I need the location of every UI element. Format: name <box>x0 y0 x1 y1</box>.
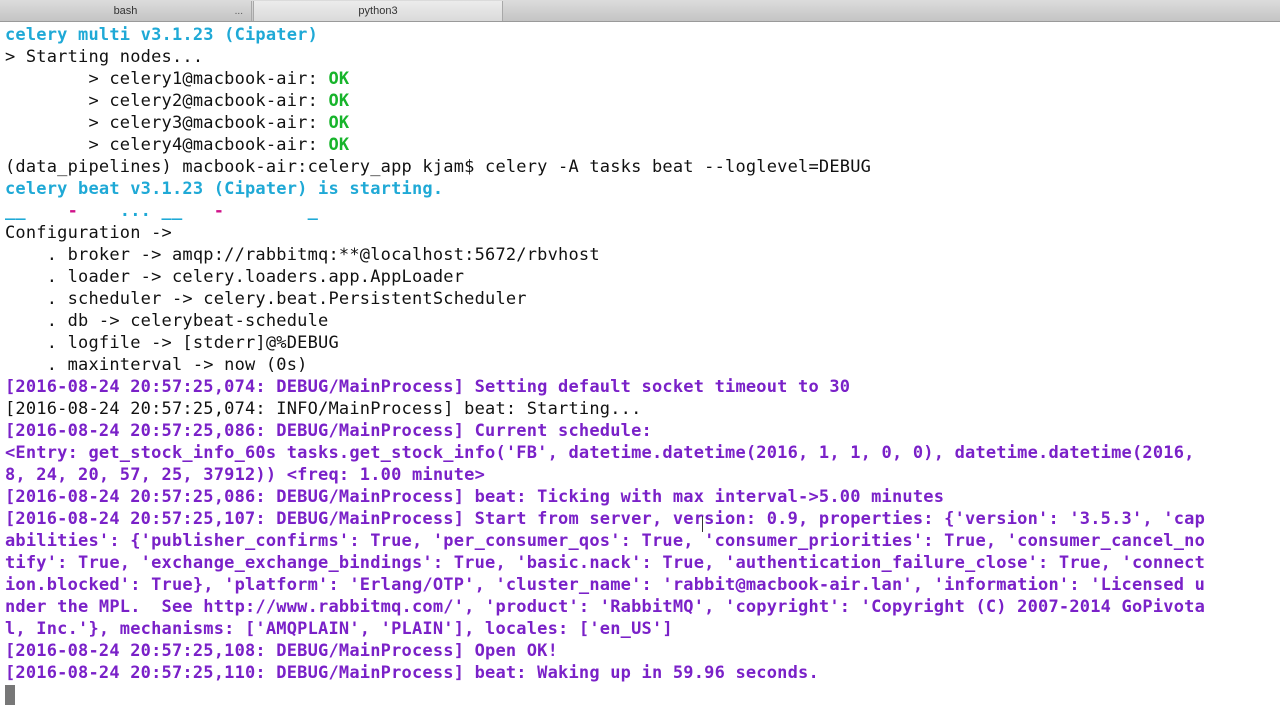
terminal-line: celery multi v3.1.23 (Cipater) <box>5 25 319 45</box>
config-line: . maxinterval -> now (0s) <box>5 355 308 375</box>
tab-python3-label: python3 <box>358 5 398 17</box>
log-line-debug: nder the MPL. See http://www.rabbitmq.co… <box>5 597 1206 617</box>
banner-segment: ... __ <box>78 201 214 221</box>
node-name: > celery2@macbook-air: <box>5 91 329 111</box>
terminal-line: > Starting nodes... <box>5 47 204 67</box>
banner-segment: _ <box>224 201 319 221</box>
tab-bash[interactable]: bash ... <box>0 1 252 21</box>
log-line-debug: [2016-08-24 20:57:25,108: DEBUG/MainProc… <box>5 641 559 661</box>
terminal-line: > celery4@macbook-air: OK <box>5 134 1275 156</box>
config-line: . broker -> amqp://rabbitmq:**@localhost… <box>5 245 600 265</box>
tab-python3[interactable]: python3 <box>253 1 503 21</box>
terminal-output[interactable]: celery multi v3.1.23 (Cipater) > Startin… <box>5 24 1275 718</box>
config-line: . loader -> celery.loaders.app.AppLoader <box>5 267 465 287</box>
status-ok: OK <box>328 91 350 111</box>
terminal-line: > celery3@macbook-air: OK <box>5 112 1275 134</box>
terminal-line: Configuration -> <box>5 223 172 243</box>
banner-segment: - <box>67 201 79 221</box>
ibeam-cursor-icon <box>702 516 710 532</box>
terminal-line: > celery1@macbook-air: OK <box>5 68 1275 90</box>
log-line-info: [2016-08-24 20:57:25,074: INFO/MainProce… <box>5 399 642 419</box>
log-line-debug: 8, 24, 20, 57, 25, 37912)) <freq: 1.00 m… <box>5 465 486 485</box>
log-line-debug: tify': True, 'exchange_exchange_bindings… <box>5 553 1206 573</box>
command-line: (data_pipelines) macbook-air:celery_app … <box>5 157 872 177</box>
log-line-debug: [2016-08-24 20:57:25,086: DEBUG/MainProc… <box>5 421 652 441</box>
config-line: . logfile -> [stderr]@%DEBUG <box>5 333 339 353</box>
log-line-debug: <Entry: get_stock_info_60s tasks.get_sto… <box>5 443 1195 463</box>
tab-bash-label: bash <box>113 5 138 17</box>
text-cursor <box>5 685 15 705</box>
tab-bar: bash ... python3 <box>0 0 1280 22</box>
node-name: > celery1@macbook-air: <box>5 69 329 89</box>
log-line-debug: [2016-08-24 20:57:25,110: DEBUG/MainProc… <box>5 663 819 683</box>
config-line: . db -> celerybeat-schedule <box>5 311 329 331</box>
status-ok: OK <box>328 135 350 155</box>
node-name: > celery3@macbook-air: <box>5 113 329 133</box>
ascii-banner-line: __ - ... __ - _ <box>5 200 1275 222</box>
log-line-debug: [2016-08-24 20:57:25,086: DEBUG/MainProc… <box>5 487 945 507</box>
log-line-debug: l, Inc.'}, mechanisms: ['AMQPLAIN', 'PLA… <box>5 619 673 639</box>
log-line-debug: abilities': {'publisher_confirms': True,… <box>5 531 1206 551</box>
config-line: . scheduler -> celery.beat.PersistentSch… <box>5 289 527 309</box>
node-name: > celery4@macbook-air: <box>5 135 329 155</box>
log-line-debug: ion.blocked': True}, 'platform': 'Erlang… <box>5 575 1206 595</box>
tab-overflow-indicator[interactable]: ... <box>235 6 243 17</box>
terminal-line: celery beat v3.1.23 (Cipater) is startin… <box>5 179 444 199</box>
banner-segment: __ <box>5 201 68 221</box>
terminal-line-cursor <box>5 684 1275 706</box>
log-line-debug: [2016-08-24 20:57:25,107: DEBUG/MainProc… <box>5 509 1206 529</box>
terminal-line: > celery2@macbook-air: OK <box>5 90 1275 112</box>
banner-segment: - <box>213 201 225 221</box>
status-ok: OK <box>328 69 350 89</box>
status-ok: OK <box>328 113 350 133</box>
log-line-debug: [2016-08-24 20:57:25,074: DEBUG/MainProc… <box>5 377 851 397</box>
